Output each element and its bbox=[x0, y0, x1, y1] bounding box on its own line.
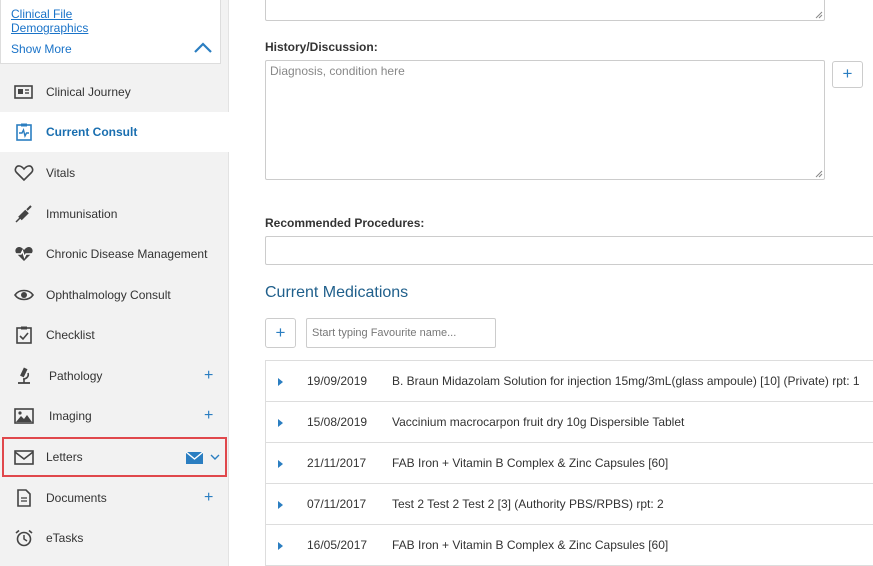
sidebar-item-label: Vitals bbox=[46, 166, 76, 180]
sidebar-item-imaging[interactable]: Imaging + bbox=[0, 396, 229, 436]
show-more-link[interactable]: Show More bbox=[11, 42, 72, 56]
patient-links-card: Clinical File Demographics Show More bbox=[0, 0, 221, 64]
favourite-placeholder: Start typing Favourite name... bbox=[312, 327, 457, 339]
medication-date: 21/11/2017 bbox=[307, 456, 367, 470]
sidebar-item-documents[interactable]: Documents + bbox=[0, 478, 229, 518]
sidebar-item-label: Ophthalmology Consult bbox=[46, 288, 171, 302]
clinical-file-link[interactable]: Clinical File bbox=[11, 7, 72, 21]
history-textarea[interactable]: Diagnosis, condition here bbox=[265, 60, 825, 180]
recommended-procedures-input[interactable] bbox=[265, 236, 873, 265]
demographics-link[interactable]: Demographics bbox=[11, 21, 88, 35]
alarm-clock-icon bbox=[15, 529, 33, 547]
consult-main-panel: History/Discussion: Diagnosis, condition… bbox=[229, 0, 873, 566]
medication-date: 19/09/2019 bbox=[307, 374, 368, 388]
image-icon bbox=[14, 408, 34, 424]
checklist-icon bbox=[16, 326, 32, 344]
heartbeat-icon bbox=[15, 246, 33, 261]
medication-row[interactable]: 21/11/2017 FAB Iron + Vitamin B Complex &… bbox=[265, 443, 873, 484]
expand-arrow-icon[interactable] bbox=[278, 419, 283, 427]
letters-highlight bbox=[2, 437, 227, 477]
chevron-up-icon[interactable] bbox=[193, 41, 213, 55]
sidebar-item-label: Documents bbox=[46, 491, 107, 505]
resize-grip-icon[interactable] bbox=[815, 170, 823, 178]
sidebar-item-chronic-disease[interactable]: Chronic Disease Management bbox=[0, 234, 229, 274]
add-document-button[interactable]: + bbox=[204, 490, 213, 506]
medication-date: 07/11/2017 bbox=[307, 497, 367, 511]
favourite-search-input[interactable]: Start typing Favourite name... bbox=[306, 318, 496, 348]
medication-row[interactable]: 19/09/2019 B. Braun Midazolam Solution fo… bbox=[265, 361, 873, 402]
eye-icon bbox=[14, 289, 34, 301]
resize-grip-icon[interactable] bbox=[815, 11, 823, 19]
medication-description: Test 2 Test 2 Test 2 [3] (Authority PBS/… bbox=[392, 497, 664, 511]
current-medications-title: Current Medications bbox=[265, 284, 409, 301]
clipboard-pulse-icon bbox=[16, 123, 32, 141]
sidebar-item-label: Checklist bbox=[46, 328, 95, 342]
history-label: History/Discussion: bbox=[265, 40, 378, 54]
history-placeholder: Diagnosis, condition here bbox=[270, 64, 405, 78]
previous-notes-textarea[interactable] bbox=[265, 0, 825, 21]
sidebar-item-clinical-journey[interactable]: Clinical Journey bbox=[0, 72, 229, 112]
sidebar-item-label: Current Consult bbox=[46, 125, 138, 139]
medication-description: FAB Iron + Vitamin B Complex & Zinc Caps… bbox=[392, 538, 669, 552]
medication-row[interactable]: 07/11/2017 Test 2 Test 2 Test 2 [3] (Auth… bbox=[265, 484, 873, 525]
sidebar-item-checklist[interactable]: Checklist bbox=[0, 315, 229, 355]
medication-description: Vaccinium macrocarpon fruit dry 10g Disp… bbox=[392, 415, 685, 429]
medication-description: FAB Iron + Vitamin B Complex & Zinc Caps… bbox=[392, 456, 669, 470]
add-imaging-button[interactable]: + bbox=[204, 408, 213, 424]
medication-description: B. Braun Midazolam Solution for injectio… bbox=[392, 374, 860, 388]
sidebar: Clinical File Demographics Show More Cli… bbox=[0, 0, 229, 566]
syringe-icon bbox=[15, 205, 32, 223]
add-pathology-button[interactable]: + bbox=[204, 368, 213, 384]
heart-icon bbox=[14, 165, 34, 182]
expand-arrow-icon[interactable] bbox=[278, 501, 283, 509]
sidebar-item-label: Imaging bbox=[49, 409, 92, 423]
sidebar-item-etasks[interactable]: eTasks bbox=[0, 518, 229, 558]
expand-arrow-icon[interactable] bbox=[278, 378, 283, 386]
medication-date: 16/05/2017 bbox=[307, 538, 368, 552]
sidebar-item-label: Immunisation bbox=[46, 207, 118, 221]
add-medication-button[interactable]: + bbox=[265, 318, 296, 348]
microscope-icon bbox=[18, 367, 30, 384]
sidebar-item-pathology[interactable]: Pathology + bbox=[0, 356, 229, 396]
sidebar-item-vitals[interactable]: Vitals bbox=[0, 153, 229, 193]
document-icon bbox=[17, 489, 31, 507]
medication-date: 15/08/2019 bbox=[307, 415, 368, 429]
sidebar-item-label: Clinical Journey bbox=[46, 85, 131, 99]
sidebar-item-ophthalmology[interactable]: Ophthalmology Consult bbox=[0, 275, 229, 315]
medication-row[interactable]: 15/08/2019 Vaccinium macrocarpon fruit dr… bbox=[265, 402, 873, 443]
sidebar-item-immunisation[interactable]: Immunisation bbox=[0, 194, 229, 234]
newspaper-icon bbox=[14, 85, 33, 99]
sidebar-item-label: Pathology bbox=[49, 369, 103, 383]
medication-row[interactable]: 16/05/2017 FAB Iron + Vitamin B Complex &… bbox=[265, 525, 873, 566]
recommended-procedures-label: Recommended Procedures: bbox=[265, 216, 425, 230]
medications-table: 19/09/2019 B. Braun Midazolam Solution fo… bbox=[265, 360, 873, 566]
expand-arrow-icon[interactable] bbox=[278, 542, 283, 550]
sidebar-item-label: Chronic Disease Management bbox=[46, 247, 208, 261]
sidebar-item-current-consult[interactable]: Current Consult bbox=[0, 112, 229, 152]
expand-arrow-icon[interactable] bbox=[278, 460, 283, 468]
add-history-button[interactable]: + bbox=[832, 61, 863, 88]
sidebar-item-label: eTasks bbox=[46, 531, 84, 545]
